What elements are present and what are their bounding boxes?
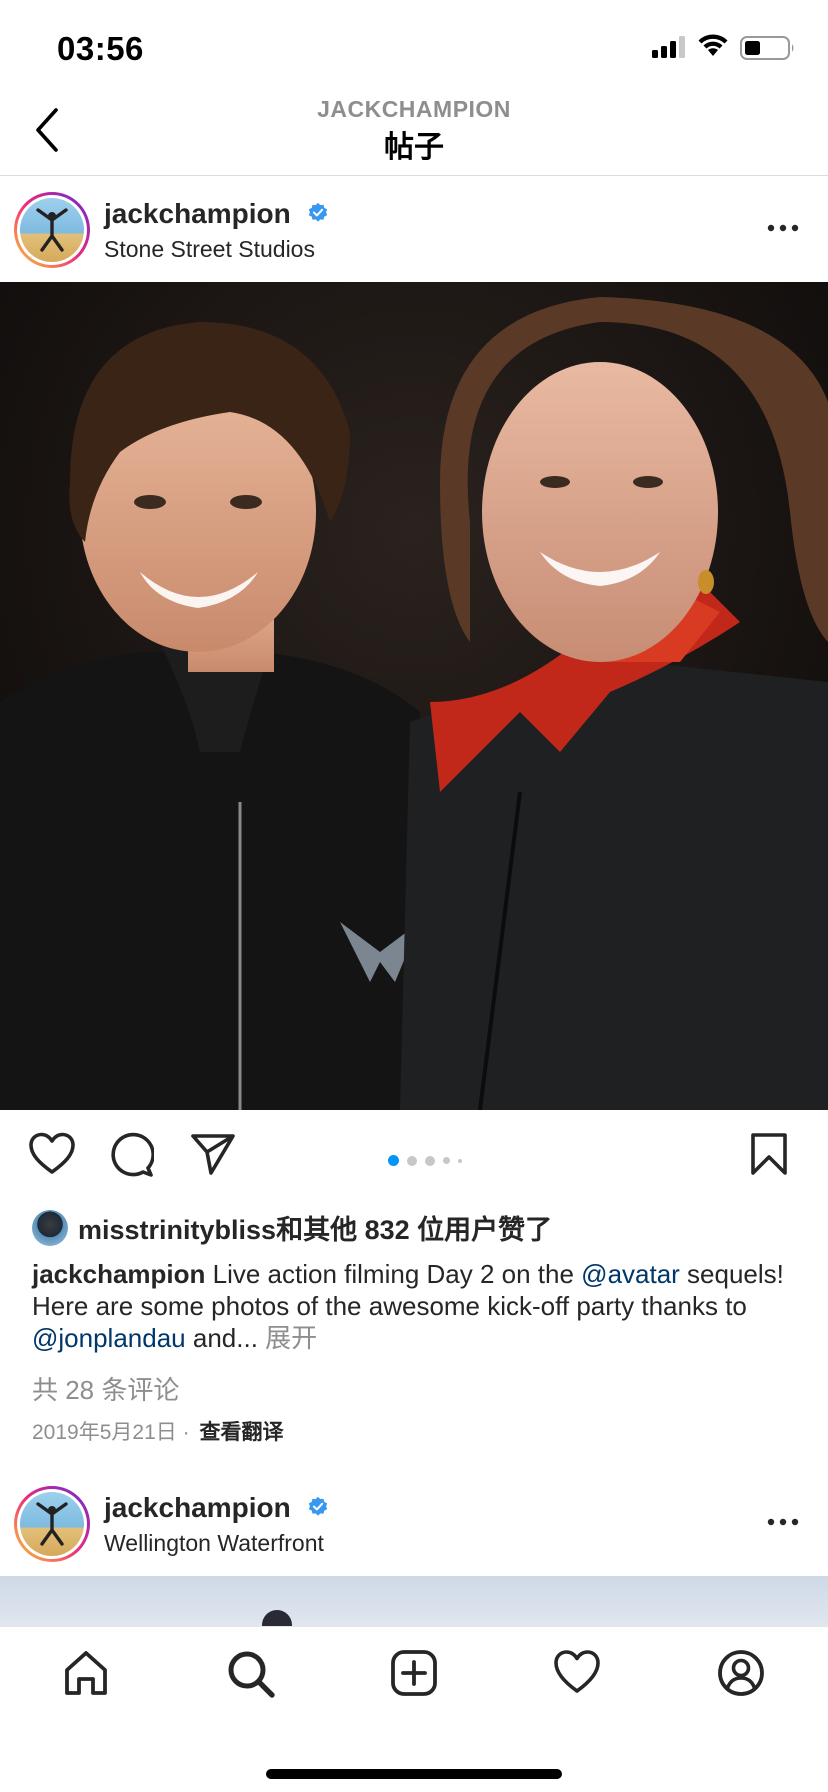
cellular-signal-icon [652,36,685,58]
more-options-icon[interactable] [765,216,801,240]
carousel-dot [425,1155,435,1166]
post-photo[interactable] [0,282,828,1110]
post-caption: jackchampion Live action filming Day 2 o… [32,1258,802,1354]
post-actions [0,1110,828,1200]
avatar[interactable] [14,1486,90,1562]
post-location[interactable]: Stone Street Studios [104,236,315,263]
liked-by[interactable]: misstrinitybliss和其他 832 位用户赞了 [32,1208,552,1246]
profile-icon[interactable] [717,1649,765,1697]
more-options-icon[interactable] [765,1510,801,1534]
heart-icon[interactable] [28,1132,76,1176]
post-location[interactable]: Wellington Waterfront [104,1530,324,1557]
username-text[interactable]: jackchampion [104,1492,291,1523]
status-bar: 03:56 [0,0,828,96]
search-icon[interactable] [226,1649,276,1699]
carousel-indicator [388,1152,470,1167]
carousel-dot [388,1155,399,1167]
expand-caption-link[interactable]: 展开 [265,1323,317,1353]
comment-icon[interactable] [108,1132,154,1178]
caption-text: Live action filming Day 2 on the [205,1259,582,1289]
post-date: 2019年5月21日 [32,1421,177,1444]
carousel-dot [443,1157,450,1165]
caption-username[interactable]: jackchampion [32,1259,205,1289]
status-time: 03:56 [57,30,144,67]
post-username[interactable]: jackchampion [104,198,329,230]
add-post-icon[interactable] [390,1649,438,1697]
post-header: jackchampion Stone Street Studios [0,176,828,282]
post-header-bar: JACKCHAMPION 帖子 [0,96,828,176]
see-translation-link[interactable]: 查看翻译 [199,1421,283,1444]
activity-heart-icon[interactable] [553,1649,601,1695]
home-icon[interactable] [62,1649,110,1697]
verified-badge-icon [308,1496,327,1516]
photo-subject [262,1610,292,1626]
caption-text: and... [185,1323,266,1353]
post-photo[interactable] [0,1576,828,1626]
username-text[interactable]: jackchampion [104,198,291,229]
view-comments-link[interactable]: 共 28 条评论 [32,1370,179,1407]
post-date-line: 2019年5月21日 · 查看翻译 [32,1416,283,1446]
page-title: 帖子 [384,131,444,164]
bookmark-icon[interactable] [750,1132,788,1176]
separator: · [182,1421,190,1444]
liker-avatar[interactable] [32,1209,68,1246]
mention-avatar[interactable]: @avatar [581,1259,680,1289]
battery-icon [740,36,794,60]
wifi-icon [698,34,728,56]
post-username[interactable]: jackchampion [104,1492,329,1524]
mention-jonplandau[interactable]: @jonplandau [32,1323,186,1353]
carousel-dot [458,1158,462,1163]
home-indicator [266,1769,562,1779]
avatar[interactable] [14,192,90,268]
carousel-dot [407,1155,417,1166]
send-icon[interactable] [190,1132,236,1176]
liked-by-text[interactable]: misstrinitybliss和其他 832 位用户赞了 [78,1215,552,1245]
post-header: jackchampion Wellington Waterfront [0,1470,828,1576]
verified-badge-icon [308,202,327,222]
header-username: JACKCHAMPION [317,96,511,122]
bottom-tab-bar [0,1626,828,1792]
